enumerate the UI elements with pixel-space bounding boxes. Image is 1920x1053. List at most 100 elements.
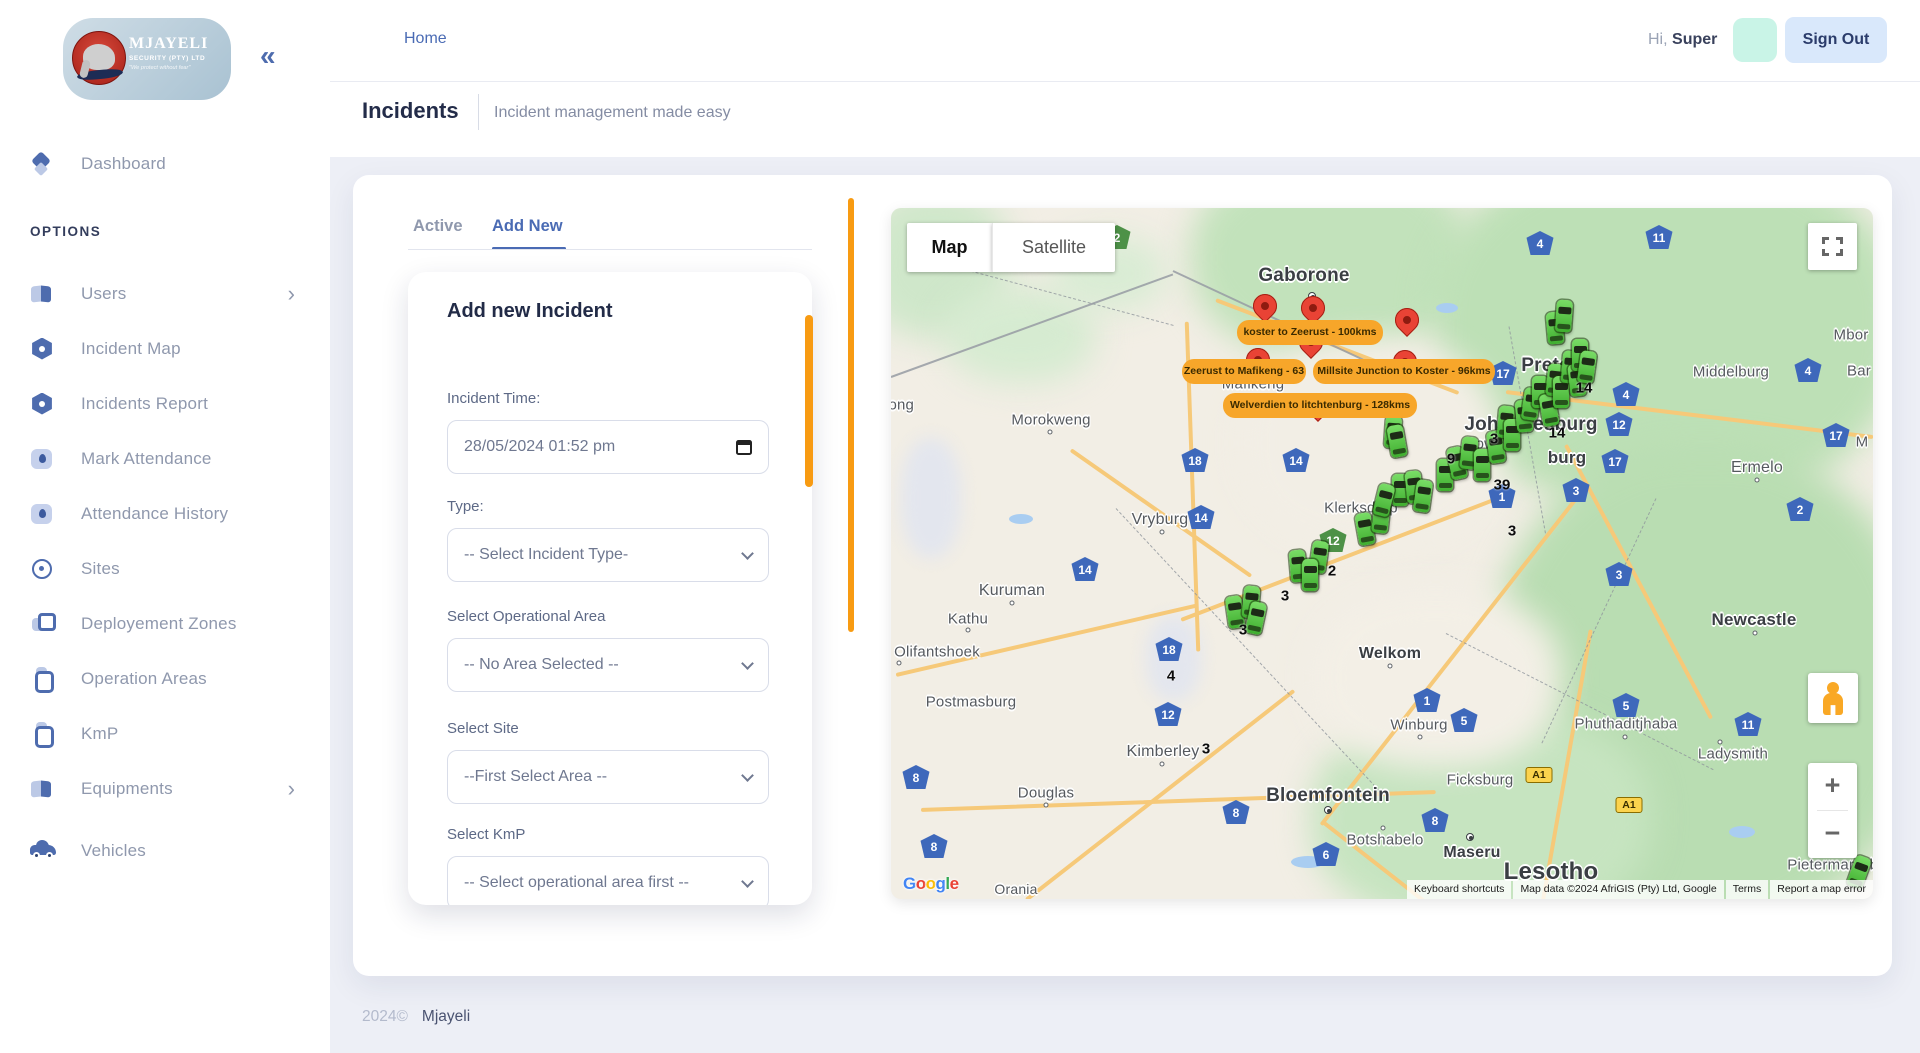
- route-distance-label[interactable]: Zeerust to Mafikeng - 63: [1182, 359, 1306, 384]
- tab-add-new[interactable]: Add New: [492, 217, 563, 236]
- sidebar-item-kmp[interactable]: KmP: [0, 706, 330, 761]
- user-greeting: Hi, Super: [1648, 31, 1717, 49]
- satellite-type-button[interactable]: Satellite: [992, 223, 1115, 272]
- map-city-label: Vryburg: [1132, 511, 1189, 529]
- form-scrollbar-track[interactable]: [848, 198, 854, 632]
- map-city-dot: [1160, 530, 1165, 535]
- map-city-dot: [966, 628, 971, 633]
- fullscreen-button[interactable]: [1808, 223, 1857, 270]
- header-bar: [330, 0, 1920, 157]
- marker-count-label: 9: [1447, 451, 1455, 468]
- form-scrollbar-thumb[interactable]: [805, 315, 813, 487]
- map-city-dot: [1381, 826, 1386, 831]
- marker-count-label: 14: [1576, 380, 1593, 397]
- footer: 2024©Mjayeli: [362, 1008, 470, 1026]
- map-city-label: Ermelo: [1731, 459, 1783, 477]
- sidebar-item-equipments[interactable]: Equipments›: [0, 761, 330, 816]
- page-subtitle: Incident management made easy: [494, 104, 731, 122]
- map-city-dot: [1753, 631, 1758, 636]
- chevron-down-icon: [741, 769, 754, 782]
- marker-count-label: 4: [1167, 668, 1175, 685]
- select-type[interactable]: -- Select Incident Type-: [447, 528, 769, 582]
- google-logo-letter: g: [936, 874, 946, 893]
- zoom-in-button[interactable]: +: [1808, 763, 1857, 810]
- marker-count-label: 2: [1328, 563, 1336, 580]
- form-field-label: Type:: [447, 498, 484, 515]
- dashboard-icon: [30, 152, 54, 176]
- route-distance-label[interactable]: koster to Zeerust - 100kms: [1237, 320, 1383, 345]
- select-select-site[interactable]: --First Select Area --: [447, 750, 769, 804]
- sidebar-item-operation-areas[interactable]: Operation Areas: [0, 651, 330, 706]
- map-city-label: Maseru: [1443, 844, 1500, 862]
- watch-icon: [30, 722, 54, 746]
- marker-count-label: 39: [1494, 477, 1511, 494]
- form-title: Add new Incident: [447, 300, 613, 323]
- google-logo-letter: o: [916, 874, 926, 893]
- breadcrumb-home[interactable]: Home: [404, 30, 447, 48]
- terms-link[interactable]: Terms: [1726, 880, 1769, 899]
- sidebar-item-deployement-zones[interactable]: Deployement Zones: [0, 596, 330, 651]
- map-data-attribution: Map data ©2024 AfriGIS (Pty) Ltd, Google: [1513, 880, 1723, 899]
- fullscreen-icon: [1822, 237, 1829, 244]
- sidebar-item-sites[interactable]: Sites: [0, 541, 330, 596]
- sidebar-item-users[interactable]: Users ›: [0, 266, 330, 321]
- sidebar-item-label: Attendance History: [81, 504, 228, 524]
- page-title: Incidents: [362, 98, 459, 124]
- select-select-operational-area[interactable]: -- No Area Selected --: [447, 638, 769, 692]
- layers-icon: [30, 612, 54, 636]
- sign-out-button[interactable]: Sign Out: [1785, 17, 1887, 63]
- keyboard-shortcuts-link[interactable]: Keyboard shortcuts: [1407, 880, 1511, 899]
- chevron-right-icon: ›: [288, 283, 295, 305]
- zoom-out-button[interactable]: −: [1808, 811, 1857, 858]
- book-icon: [30, 777, 54, 801]
- pegman-streetview-control[interactable]: [1808, 673, 1858, 723]
- map-city-label: Kuruman: [979, 582, 1045, 600]
- map-city-dot: [1324, 806, 1332, 814]
- sidebar-item-dashboard[interactable]: Dashboard: [0, 136, 330, 191]
- map-type-button[interactable]: Map: [907, 223, 992, 272]
- sidebar-item-label: KmP: [81, 724, 118, 744]
- route-distance-label[interactable]: Millsite Junction to Koster - 96kms: [1313, 359, 1495, 384]
- vehicle-marker[interactable]: [1302, 559, 1318, 591]
- route-distance-label[interactable]: Welverdien to litchtenburg - 128kms: [1223, 393, 1417, 418]
- incident-time-input[interactable]: 28/05/2024 01:52 pm: [447, 420, 769, 474]
- map-city-label: Phuthaditjhaba: [1575, 716, 1678, 733]
- sidebar-item-attendance-history[interactable]: Attendance History: [0, 486, 330, 541]
- road-badge-A1: A1: [1616, 797, 1643, 813]
- map-city-label: Postmasburg: [926, 694, 1017, 711]
- map-terrain: [901, 438, 961, 558]
- car-icon: [30, 839, 54, 863]
- sidebar-item-label: Users: [81, 284, 126, 304]
- marker-count-label: 3: [1202, 741, 1210, 758]
- vehicle-marker[interactable]: [1555, 299, 1573, 332]
- map-city-dot: [1418, 735, 1423, 740]
- sidebar-item-vehicles[interactable]: Vehicles: [0, 823, 330, 878]
- brand-subtitle: SECURITY (PTY) LTD: [129, 55, 208, 62]
- select-select-kmp[interactable]: -- Select operational area first --: [447, 856, 769, 905]
- tab-active-incidents[interactable]: Active: [413, 217, 463, 236]
- map-city-label: bong: [891, 397, 914, 414]
- map-city-label: Bloemfontein: [1266, 785, 1390, 807]
- sidebar-item-incidents-report[interactable]: Incidents Report: [0, 376, 330, 431]
- sidebar-collapse-icon[interactable]: «: [260, 40, 276, 72]
- sidebar-item-mark-attendance[interactable]: Mark Attendance: [0, 431, 330, 486]
- incident-map[interactable]: GaboronebongMorokwengMafikengVryburgKler…: [891, 208, 1873, 899]
- map-city-label: Kathu: [948, 611, 988, 628]
- report-map-error-link[interactable]: Report a map error: [1770, 880, 1873, 899]
- map-city-label: Ladysmith: [1698, 746, 1768, 763]
- brand-logo[interactable]: MJAYELI SECURITY (PTY) LTD "We protect w…: [63, 18, 231, 100]
- form-field-label: Select Operational Area: [447, 608, 605, 625]
- vehicle-marker[interactable]: [1474, 449, 1490, 481]
- sidebar-item-label: Operation Areas: [81, 669, 207, 689]
- form-field-label: Select Site: [447, 720, 519, 737]
- sidebar-item-incident-map[interactable]: Incident Map: [0, 321, 330, 376]
- google-logo[interactable]: Google: [903, 874, 959, 894]
- avatar[interactable]: [1733, 18, 1777, 62]
- form-field-label: Select KmP: [447, 826, 525, 843]
- map-city-label: burg: [1548, 448, 1587, 468]
- hex-icon: [30, 392, 54, 416]
- map-city-label: Winburg: [1390, 717, 1447, 734]
- marker-count-label: 14: [1549, 425, 1566, 442]
- map-water: [1436, 303, 1458, 313]
- map-city-dot: [897, 661, 902, 666]
